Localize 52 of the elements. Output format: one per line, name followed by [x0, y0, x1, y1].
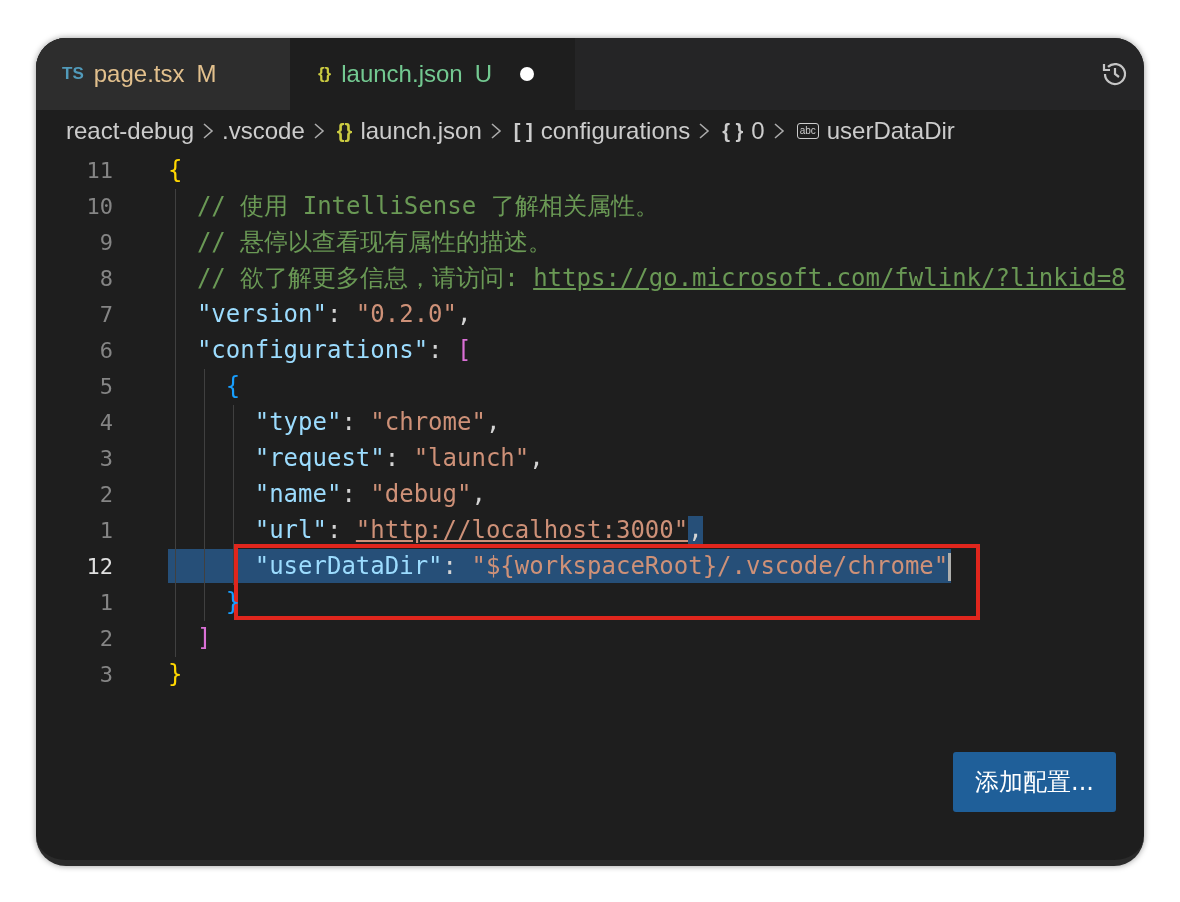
- code-line: "version": "0.2.0",: [168, 297, 472, 331]
- line-number: 1: [98, 589, 113, 615]
- breadcrumb-item[interactable]: configurations: [540, 117, 691, 145]
- code-line: "configurations": [: [168, 333, 472, 367]
- code-line: "type": "chrome",: [168, 405, 501, 439]
- line-number: 6: [98, 337, 113, 363]
- symbol-icon: {}: [336, 119, 353, 143]
- git-status: M: [196, 60, 217, 88]
- code-line: "url": "http://localhost:3000",: [168, 513, 703, 547]
- code-line: {: [168, 155, 183, 186]
- code-line: // 使用 IntelliSense 了解相关属性。: [168, 189, 659, 223]
- symbol-icon: { }: [722, 119, 744, 143]
- line-number: 3: [98, 661, 113, 687]
- line-number: 5: [98, 373, 113, 399]
- tab-label: launch.json: [341, 60, 463, 88]
- chevron-right-icon: [312, 122, 325, 140]
- line-number: 10: [85, 193, 113, 219]
- line-number: 4: [98, 409, 113, 435]
- line-number: 2: [98, 481, 113, 507]
- code-line: ]: [168, 621, 212, 655]
- code-line: // 欲了解更多信息，请访问: https://go.microsoft.com/fwlink/?linkid=8: [168, 261, 1126, 295]
- line-number: 7: [98, 301, 113, 327]
- line-number: 11: [85, 157, 113, 183]
- line-number: 12: [85, 553, 113, 579]
- code-line: "name": "debug",: [168, 477, 486, 511]
- breadcrumb-item[interactable]: .vscode: [222, 117, 305, 145]
- breadcrumb-item[interactable]: react-debug: [66, 117, 195, 145]
- line-number: 9: [98, 229, 113, 255]
- code-line: // 悬停以查看现有属性的描述。: [168, 225, 553, 259]
- add-configuration-button[interactable]: 添加配置...: [953, 752, 1116, 812]
- line-number: 8: [98, 265, 113, 291]
- string-symbol-icon: abc: [796, 123, 819, 139]
- chevron-right-icon: [202, 122, 215, 140]
- breadcrumb-item[interactable]: launch.json: [360, 117, 482, 145]
- symbol-icon: [ ]: [513, 119, 533, 143]
- breadcrumb-item[interactable]: userDataDir: [826, 117, 955, 145]
- file-type-icon: {}: [318, 64, 332, 84]
- code-line: {: [168, 369, 241, 403]
- code-line: "request": "launch",: [168, 441, 544, 475]
- git-status: U: [474, 60, 492, 88]
- editor-tab[interactable]: {} launch.json U: [290, 38, 575, 110]
- chevron-right-icon: [489, 122, 502, 140]
- chevron-right-icon: [698, 122, 711, 140]
- code-line: }: [168, 659, 183, 690]
- line-number: 3: [98, 445, 113, 471]
- line-number: 1: [98, 517, 113, 543]
- breadcrumb-item[interactable]: 0: [751, 117, 765, 145]
- chevron-right-icon: [772, 122, 785, 140]
- file-type-icon: TS: [62, 64, 84, 84]
- editor-tab[interactable]: TS page.tsx M: [36, 38, 290, 110]
- tab-label: page.tsx: [93, 60, 185, 88]
- line-number: 2: [98, 625, 113, 651]
